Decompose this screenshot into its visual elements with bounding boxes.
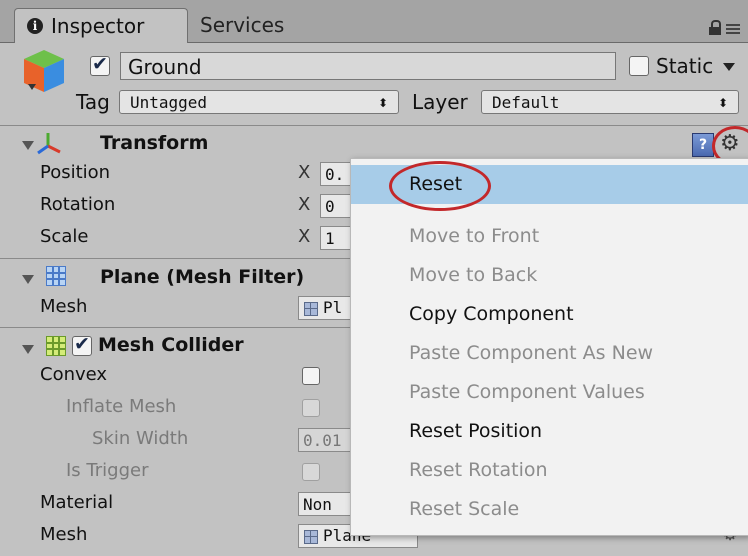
active-toggle[interactable] [90, 53, 110, 76]
inflate-mesh-checkbox[interactable] [302, 399, 320, 417]
menu-icon[interactable] [726, 24, 740, 34]
mesh-filter-mesh-value: Pl [323, 298, 343, 317]
rotation-x-axis-label: X [298, 194, 311, 215]
inflate-mesh-label: Inflate Mesh [66, 396, 177, 417]
menu-item-move-to-front[interactable]: Move to Front [351, 217, 748, 256]
menu-item-copy-component[interactable]: Copy Component [351, 295, 748, 334]
menu-item-reset-scale[interactable]: Reset Scale [351, 490, 748, 529]
tag-label: Tag [76, 90, 110, 114]
transform-foldout-icon[interactable] [22, 141, 34, 150]
is-trigger-label: Is Trigger [66, 460, 149, 481]
component-context-menu: Reset Move to Front Move to Back Copy Co… [350, 158, 748, 536]
static-checkbox[interactable] [629, 56, 649, 76]
mesh-collider-title: Mesh Collider [98, 334, 244, 356]
tag-dropdown[interactable]: Untagged ⬍ [119, 90, 399, 114]
mesh-filter-mesh-label: Mesh [40, 296, 88, 317]
axes-icon [37, 133, 61, 155]
rotation-label: Rotation [40, 194, 116, 215]
transform-title: Transform [100, 132, 209, 154]
grid-icon [46, 336, 66, 356]
convex-checkbox[interactable] [302, 367, 320, 385]
mesh-filter-title: Plane (Mesh Filter) [100, 266, 305, 288]
is-trigger-checkbox[interactable] [302, 463, 320, 481]
scale-label: Scale [40, 226, 89, 247]
reset-annotation-circle [389, 161, 491, 211]
tab-inspector[interactable]: i Inspector [14, 8, 188, 43]
grid-icon [304, 530, 318, 544]
material-label: Material [40, 492, 114, 513]
divider [0, 125, 748, 126]
position-x-axis-label: X [298, 162, 311, 183]
static-dropdown-icon[interactable] [723, 63, 735, 71]
menu-item-paste-component-as-new[interactable]: Paste Component As New [351, 334, 748, 373]
object-name-field[interactable]: Ground [120, 52, 616, 80]
lock-icon[interactable] [708, 20, 722, 35]
grid-icon [46, 266, 66, 286]
dropdown-arrows-icon: ⬍ [377, 96, 388, 110]
cube-icon [24, 50, 64, 92]
menu-item-reset-position[interactable]: Reset Position [351, 412, 748, 451]
menu-item-paste-component-values[interactable]: Paste Component Values [351, 373, 748, 412]
layer-dropdown[interactable]: Default ⬍ [481, 90, 739, 114]
mesh-collider-mesh-label: Mesh [40, 524, 88, 545]
inspector-panel: i Inspector Services Ground Static Tag U… [0, 0, 748, 556]
tab-services[interactable]: Services [200, 8, 284, 42]
convex-label: Convex [40, 364, 108, 385]
menu-item-move-to-back[interactable]: Move to Back [351, 256, 748, 295]
mesh-collider-enabled-checkbox[interactable] [72, 333, 92, 356]
mesh-collider-foldout-icon[interactable] [22, 345, 34, 354]
mesh-filter-foldout-icon[interactable] [22, 275, 34, 284]
layer-label: Layer [412, 90, 468, 114]
static-label: Static [656, 54, 714, 78]
tag-value: Untagged [130, 93, 208, 112]
position-label: Position [40, 162, 111, 183]
tab-inspector-label: Inspector [51, 14, 145, 38]
dropdown-arrows-icon: ⬍ [717, 96, 728, 110]
menu-item-reset-rotation[interactable]: Reset Rotation [351, 451, 748, 490]
info-icon: i [27, 18, 43, 34]
scale-x-axis-label: X [298, 226, 311, 247]
skin-width-label: Skin Width [92, 428, 189, 449]
grid-icon [304, 302, 318, 316]
layer-value: Default [492, 93, 560, 112]
help-icon[interactable]: ? [692, 133, 714, 157]
tab-bar: i Inspector Services [0, 0, 748, 43]
